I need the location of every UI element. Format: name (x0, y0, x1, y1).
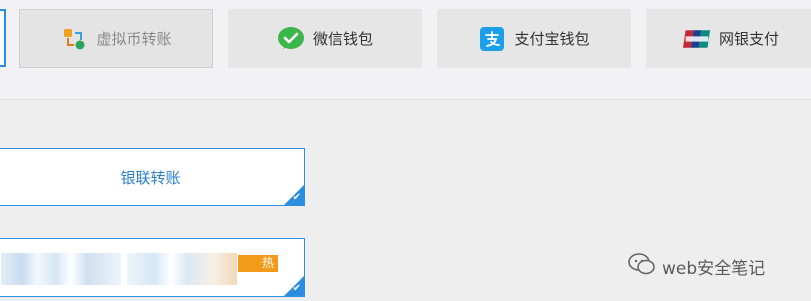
tab-label: 网银支付 (718, 30, 779, 48)
tab-label: 虚拟币转账 (96, 30, 172, 48)
tab-label: 微信钱包 (312, 30, 373, 48)
check-icon: ✔ (292, 192, 301, 203)
option-unionpay-transfer[interactable]: 银联转账 ✔ (0, 148, 305, 206)
option-blurred-channel[interactable]: 热 ✔ (0, 238, 305, 297)
payment-method-bar: 虚拟币转账 微信钱包 支付宝钱包 网银支付 (0, 0, 811, 100)
wechat-icon (277, 25, 305, 53)
blurred-text (127, 253, 237, 285)
tab-online-banking[interactable]: 网银支付 (646, 9, 811, 68)
blurred-text (1, 253, 121, 285)
tab-label: 支付宝钱包 (514, 30, 590, 48)
payment-tab-partial[interactable] (0, 9, 6, 67)
check-icon: ✔ (292, 283, 301, 294)
watermark-text: web安全笔记 (662, 259, 766, 279)
watermark: web安全笔记 (628, 252, 765, 281)
tab-wechat-wallet[interactable]: 微信钱包 (228, 9, 422, 68)
tab-crypto-transfer[interactable]: 虚拟币转账 (19, 9, 213, 68)
alipay-icon (478, 25, 506, 53)
option-label: 银联转账 (120, 168, 181, 187)
tab-alipay-wallet[interactable]: 支付宝钱包 (437, 9, 631, 68)
hot-badge: 热 (238, 255, 278, 272)
unionpay-icon (682, 25, 711, 53)
wechat-official-account-icon (628, 252, 656, 281)
crypto-transfer-icon (60, 25, 88, 53)
